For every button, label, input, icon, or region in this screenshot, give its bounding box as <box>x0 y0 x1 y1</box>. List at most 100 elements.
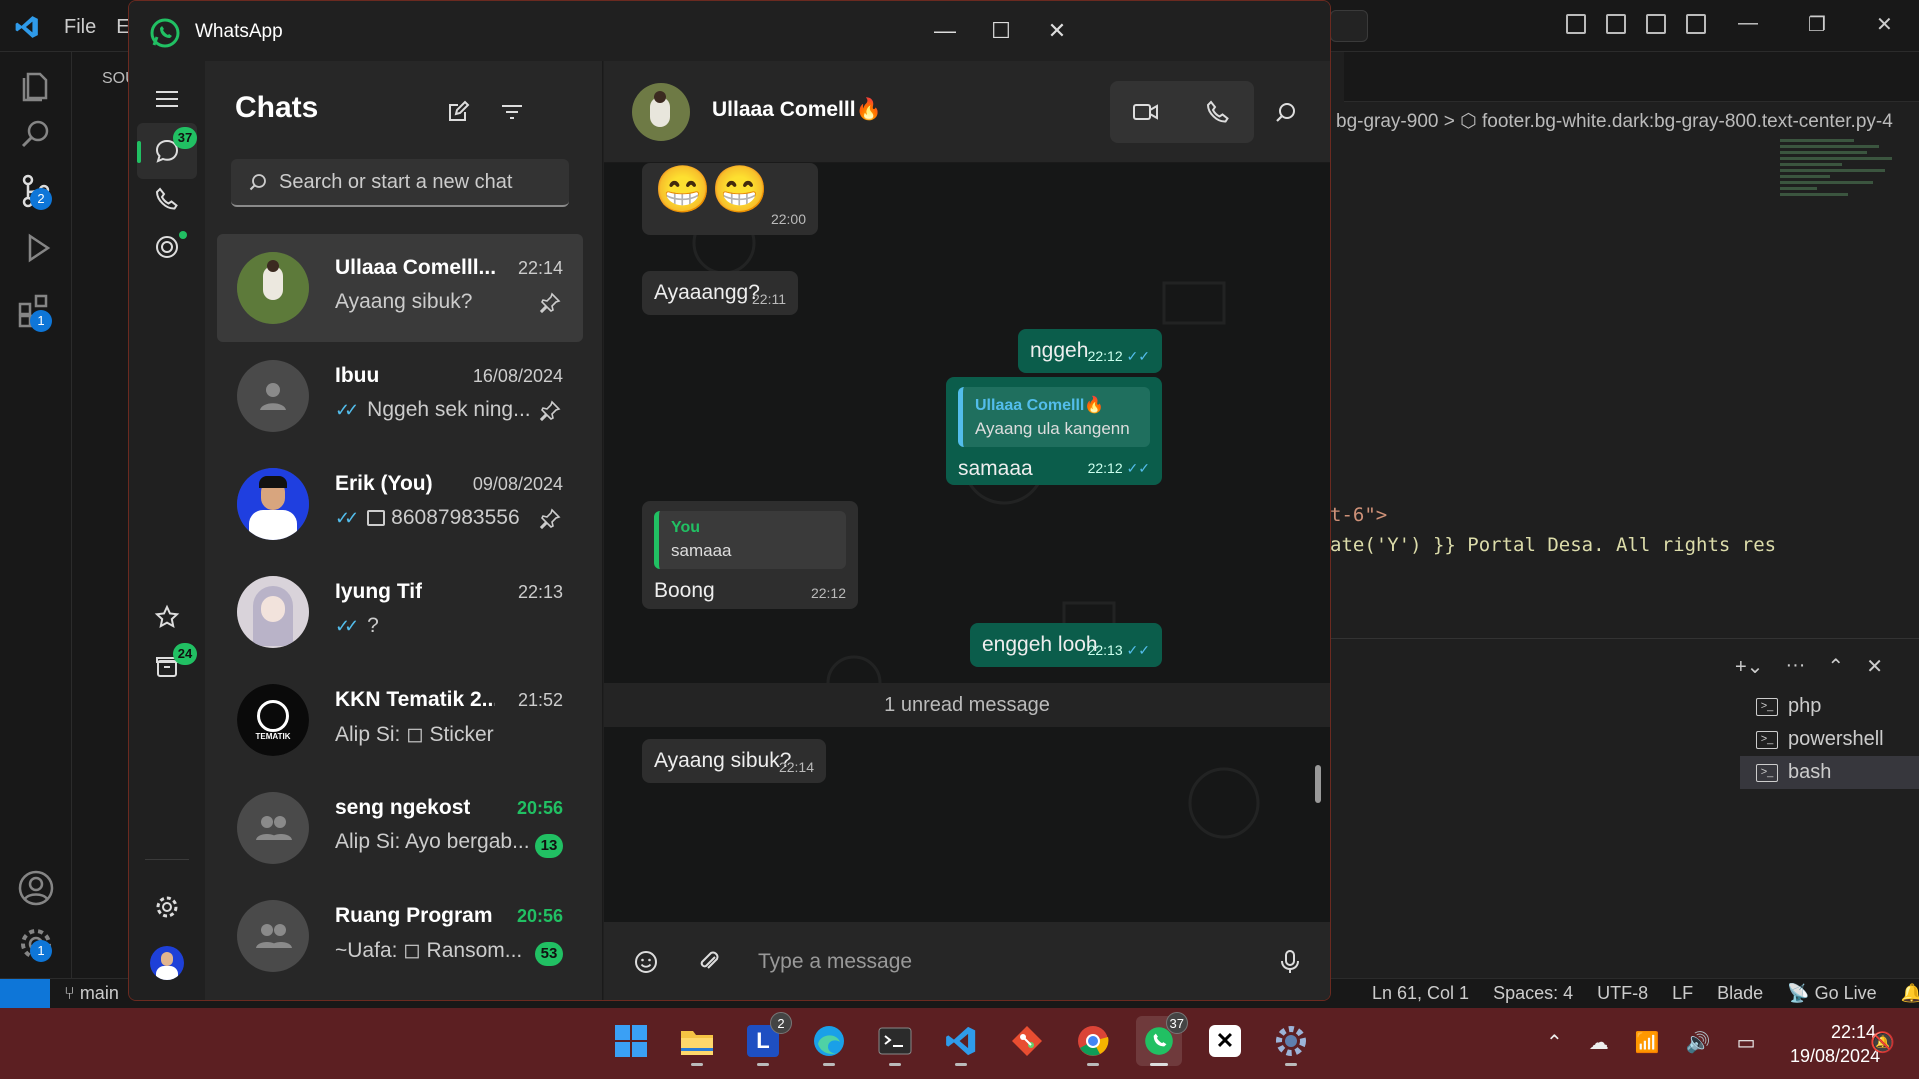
filter-button[interactable] <box>495 95 529 129</box>
toggle-secondary-sidebar-icon[interactable] <box>1646 14 1666 34</box>
chat-list-item[interactable]: Iyung Tif 22:13 ✓✓? <box>217 558 583 666</box>
search-input[interactable] <box>279 170 549 194</box>
volume-icon[interactable]: 🔊 <box>1686 1030 1711 1055</box>
explorer-icon[interactable] <box>16 66 56 106</box>
search-icon[interactable] <box>16 114 56 154</box>
minimize-icon[interactable]: — <box>925 11 965 51</box>
taskbar-vscode[interactable] <box>938 1016 984 1066</box>
encoding[interactable]: UTF-8 <box>1597 983 1648 1004</box>
clock[interactable]: 22:14 19/08/2024 <box>1790 1020 1880 1068</box>
run-debug-icon[interactable] <box>16 228 56 268</box>
menu-file[interactable]: File <box>64 16 96 38</box>
composer <box>604 922 1330 1000</box>
message-incoming-reply[interactable]: You samaaa Boong 22:12 <box>642 501 858 609</box>
taskbar-settings[interactable] <box>1268 1016 1314 1066</box>
chat-list-item[interactable]: Ullaaa Comelll... 22:14 Ayaang sibuk? <box>217 234 583 342</box>
nav-settings-button[interactable] <box>137 879 197 935</box>
quoted-message[interactable]: You samaaa <box>654 511 846 569</box>
voice-message-button[interactable] <box>1272 944 1308 980</box>
code-editor[interactable]: t-6"> ate('Y') }} Portal Desa. All right… <box>1330 500 1776 560</box>
taskbar-edge[interactable] <box>806 1016 852 1066</box>
taskbar-file-explorer[interactable] <box>674 1016 720 1066</box>
message-incoming[interactable]: Ayaaangg? 22:11 <box>642 271 798 315</box>
search-in-chat-button[interactable] <box>1268 95 1304 131</box>
end-of-line[interactable]: LF <box>1672 983 1693 1004</box>
maximize-icon[interactable]: ☐ <box>981 11 1021 51</box>
close-panel-icon[interactable]: ✕ <box>1866 654 1883 679</box>
message-scrollbar[interactable] <box>1315 765 1321 803</box>
nav-archived-button[interactable]: 24 <box>137 639 197 695</box>
contact-name[interactable]: Ullaaa Comelll🔥 <box>712 98 882 122</box>
conversation-header[interactable]: Ullaaa Comelll🔥 <box>604 61 1330 163</box>
emoji-button[interactable] <box>628 944 664 980</box>
taskbar-chrome[interactable] <box>1070 1016 1116 1066</box>
vscode-command-center[interactable] <box>1330 10 1368 42</box>
chat-list-item[interactable]: Ruang Program 20:56 ~Uafa: ◻ Ransom... 53 <box>217 882 583 990</box>
notifications-bell-icon[interactable]: 🔔 <box>1901 983 1919 1004</box>
remote-indicator-icon[interactable] <box>0 979 50 1009</box>
language-mode[interactable]: Blade <box>1717 983 1763 1004</box>
minimize-icon[interactable]: — <box>1738 12 1758 37</box>
taskbar-git-app[interactable] <box>1004 1016 1050 1066</box>
message-text: 😁😁 <box>654 163 769 215</box>
message-incoming[interactable]: 😁😁 22:00 <box>642 163 818 235</box>
message-incoming[interactable]: Ayaang sibuk? 22:14 <box>642 739 826 783</box>
chevron-up-icon[interactable]: ⌃ <box>1546 1030 1563 1055</box>
video-call-button[interactable] <box>1110 81 1182 143</box>
toggle-panel-icon[interactable] <box>1606 14 1626 34</box>
taskbar-whatsapp[interactable]: 37 <box>1136 1012 1188 1066</box>
nav-menu-button[interactable] <box>137 71 197 127</box>
restore-icon[interactable]: ❐ <box>1808 12 1826 37</box>
voice-call-button[interactable] <box>1182 81 1254 143</box>
indentation[interactable]: Spaces: 4 <box>1493 983 1573 1004</box>
message-area[interactable]: 😁😁 22:00 Ayaaangg? 22:11 nggeh 22:12 ✓✓ … <box>604 163 1330 922</box>
maximize-panel-icon[interactable]: ⌃ <box>1827 654 1844 679</box>
message-time: 22:12 <box>1087 460 1123 476</box>
close-icon[interactable]: ✕ <box>1037 11 1077 51</box>
filter-icon <box>502 105 522 119</box>
source-control-icon[interactable]: 2 <box>16 170 56 210</box>
minimap[interactable] <box>1780 136 1904 256</box>
taskbar-terminal[interactable] <box>872 1016 918 1066</box>
terminal-bash[interactable]: >_ bash <box>1740 756 1919 789</box>
start-button[interactable] <box>608 1016 654 1066</box>
cursor-position[interactable]: Ln 61, Col 1 <box>1372 983 1469 1004</box>
nav-starred-button[interactable] <box>137 589 197 645</box>
message-outgoing[interactable]: nggeh 22:12 ✓✓ <box>1018 329 1162 373</box>
chat-list-item[interactable]: Erik (You) 09/08/2024 ✓✓ 86087983556 <box>217 450 583 558</box>
search-box[interactable] <box>231 159 569 207</box>
battery-icon[interactable]: ▭ <box>1737 1030 1756 1055</box>
manage-gear-icon[interactable]: 1 <box>16 924 56 964</box>
toggle-primary-sidebar-icon[interactable] <box>1566 14 1586 34</box>
breadcrumb[interactable]: bg-gray-900 > ⬡ footer.bg-white.dark:bg-… <box>1336 110 1893 133</box>
message-outgoing-reply[interactable]: Ullaaa Comelll🔥 Ayaang ula kangenn samaa… <box>946 377 1162 485</box>
git-branch[interactable]: ⑂ main <box>64 983 119 1004</box>
accounts-icon[interactable] <box>16 868 56 908</box>
message-input[interactable] <box>758 944 1218 980</box>
attach-button[interactable] <box>692 944 728 980</box>
chat-list-item[interactable]: TEMATIK KKN Tematik 2... 21:52 Alip Si: ◻ S… <box>217 666 583 774</box>
terminal-powershell[interactable]: >_ powershell <box>1740 723 1919 756</box>
nav-profile-button[interactable] <box>137 935 197 991</box>
notification-bell-icon[interactable]: 🔕 <box>1870 1030 1895 1055</box>
nav-status-button[interactable] <box>137 219 197 275</box>
onedrive-icon[interactable]: ☁ <box>1589 1030 1609 1055</box>
chat-list-item[interactable]: Ibuu 16/08/2024 ✓✓ Nggeh sek ning... <box>217 342 583 450</box>
extensions-icon[interactable]: 1 <box>16 290 56 332</box>
close-icon[interactable]: ✕ <box>1876 12 1893 37</box>
quoted-message[interactable]: Ullaaa Comelll🔥 Ayaang ula kangenn <box>958 387 1150 447</box>
new-chat-button[interactable] <box>441 95 475 129</box>
chat-list-item[interactable]: seng ngekost 20:56 Alip Si: Ayo bergab... 1… <box>217 774 583 882</box>
message-outgoing[interactable]: enggeh looh 22:13 ✓✓ <box>970 623 1162 667</box>
customize-layout-icon[interactable] <box>1686 14 1706 34</box>
taskbar-lens[interactable]: L 2 <box>740 1012 792 1066</box>
wifi-icon[interactable]: 📶 <box>1635 1030 1660 1055</box>
taskbar-capcut[interactable]: ✕ <box>1202 1016 1248 1066</box>
more-actions-icon[interactable]: ··· <box>1785 654 1805 679</box>
go-live[interactable]: 📡 Go Live <box>1787 983 1876 1004</box>
whatsapp-titlebar: WhatsApp — ☐ ✕ <box>129 1 1330 61</box>
contact-avatar[interactable] <box>632 83 690 141</box>
status-items: Ln 61, Col 1 Spaces: 4 UTF-8 LF Blade 📡 … <box>1372 983 1919 1004</box>
new-terminal-icon[interactable]: +⌄ <box>1735 654 1763 679</box>
terminal-php[interactable]: >_ php <box>1740 690 1919 723</box>
